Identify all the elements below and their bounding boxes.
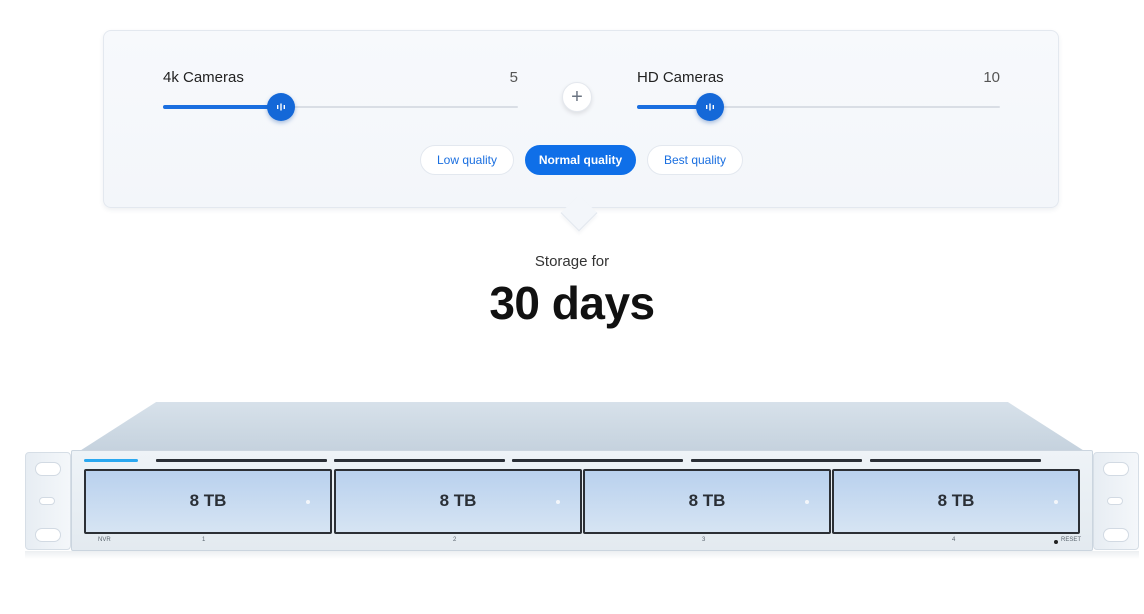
slider-hd-cameras: HD Cameras 10 [637,69,1000,121]
quality-low-button[interactable]: Low quality [420,145,514,175]
rack-ear-hole [35,462,61,476]
slider-4k-value: 5 [509,69,518,86]
slider-4k-thumb[interactable] [267,93,296,121]
drive-bay-3: 8 TB [583,469,831,534]
nvr-model-label: NVR [98,537,111,543]
rack-ear-left [25,452,71,550]
nvr-front-panel: 8 TB 8 TB 8 TB 8 TB NVR 1 2 3 4 RESET [71,450,1093,551]
drive-capacity: 8 TB [688,491,726,510]
vent-slot [870,459,1041,462]
drive-bay-1: 8 TB [84,469,332,534]
vent-slot [691,459,862,462]
slider-4k-label: 4k Cameras [163,69,244,86]
rack-ear-hole [1103,528,1129,542]
slider-hd-thumb[interactable] [695,93,724,121]
slider-4k-cameras: 4k Cameras 5 [163,69,518,121]
nvr-device: 8 TB 8 TB 8 TB 8 TB NVR 1 2 3 4 RESET [25,398,1139,559]
drive-bay-2: 8 TB [334,469,582,534]
status-led [84,459,138,462]
device-shadow [25,551,1139,559]
quality-normal-button[interactable]: Normal quality [525,145,636,175]
bay-number: 1 [202,537,206,543]
rack-ear-hole [1103,462,1129,476]
rack-ear-hole [35,528,61,542]
reset-button[interactable] [1054,540,1058,544]
rack-ear-hole [39,497,55,505]
drive-led [805,500,809,504]
slider-4k-fill [163,105,282,109]
drive-led [306,500,310,504]
storage-duration: 30 days [489,277,655,329]
bay-number: 3 [702,537,706,543]
storage-label: Storage for [534,253,610,270]
drive-capacity: 8 TB [189,491,227,510]
reset-label: RESET [1061,537,1082,543]
quality-selector: Low quality Normal quality Best quality [104,145,1058,175]
bay-number: 4 [952,537,956,543]
drive-led [1054,500,1058,504]
camera-config-card: 4k Cameras 5 + HD Cameras 10 Low quality… [103,30,1059,208]
vent-slot [334,459,505,462]
vent-slot [512,459,683,462]
grip-lines-icon [705,103,714,111]
drive-capacity: 8 TB [439,491,477,510]
drive-bay-4: 8 TB [832,469,1080,534]
bay-number: 2 [453,537,457,543]
rack-ear-right [1093,452,1139,550]
nvr-top-panel [75,402,1089,454]
add-camera-type-button[interactable]: + [562,82,592,112]
vent-slot [156,459,327,462]
drive-capacity: 8 TB [937,491,975,510]
plus-icon: + [571,86,583,108]
grip-lines-icon [277,103,286,111]
slider-hd-value: 10 [983,69,1000,86]
drive-led [556,500,560,504]
slider-hd-label: HD Cameras [637,69,724,86]
quality-best-button[interactable]: Best quality [647,145,743,175]
rack-ear-hole [1107,497,1123,505]
